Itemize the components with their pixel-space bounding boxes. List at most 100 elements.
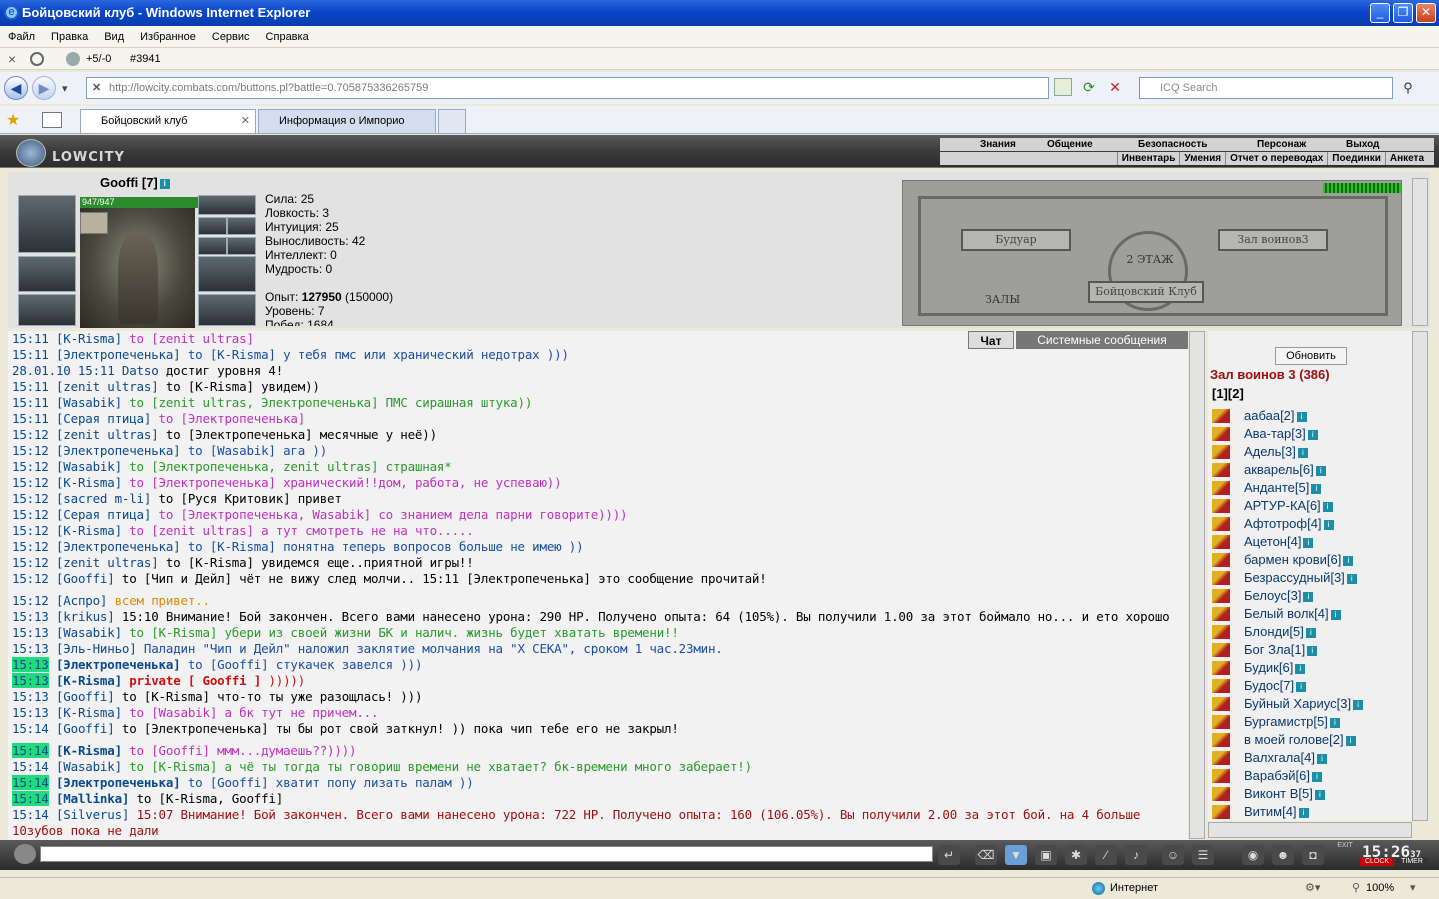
chat-sender[interactable]: [K-Risma] bbox=[56, 331, 122, 346]
players-scrollbar[interactable] bbox=[1412, 331, 1428, 821]
nav-knowledge[interactable]: Знания bbox=[980, 138, 1016, 151]
new-tab-button[interactable] bbox=[438, 109, 466, 133]
info-icon[interactable]: i bbox=[1303, 592, 1314, 602]
menu-edit[interactable]: Правка bbox=[43, 26, 96, 48]
chat-sender[interactable]: [zenit ultras] bbox=[56, 555, 159, 570]
nav-communication[interactable]: Общение bbox=[1047, 138, 1093, 151]
player-row[interactable]: акварель[6] i bbox=[1208, 461, 1416, 479]
player-row[interactable]: Анданте[5] i bbox=[1208, 479, 1416, 497]
nav-skills[interactable]: Умения bbox=[1179, 152, 1225, 165]
chat-sender[interactable]: [Wasabik] bbox=[56, 625, 122, 640]
player-row[interactable]: Ацетон[4] i bbox=[1208, 533, 1416, 551]
info-icon[interactable]: i bbox=[1295, 664, 1306, 674]
lock-icon[interactable]: ◘ bbox=[1302, 845, 1324, 865]
player-row[interactable]: бармен крови[6] i bbox=[1208, 551, 1416, 569]
charm-slot[interactable] bbox=[80, 212, 108, 234]
search-input[interactable]: ICQ Search bbox=[1139, 77, 1393, 99]
info-icon[interactable]: i bbox=[159, 179, 170, 189]
weapon-slot[interactable] bbox=[198, 195, 256, 215]
info-icon[interactable]: i bbox=[1343, 556, 1354, 566]
translit-icon[interactable]: ✱ bbox=[1065, 845, 1087, 865]
player-name[interactable]: Варабэй[6] i bbox=[1244, 767, 1323, 785]
toolbar-counter[interactable]: #3941 bbox=[130, 48, 161, 70]
player-name[interactable]: АРТУР-КА[6] i bbox=[1244, 497, 1333, 515]
clear-icon[interactable]: ⌫ bbox=[975, 845, 997, 865]
ring-slot-2[interactable] bbox=[227, 217, 256, 235]
info-icon[interactable]: i bbox=[1322, 502, 1333, 512]
chat-sender[interactable]: [K-Risma] bbox=[56, 705, 122, 720]
save-icon[interactable]: ▣ bbox=[1035, 845, 1057, 865]
tab-close-icon[interactable]: ✕ bbox=[241, 110, 250, 132]
chat-sender[interactable]: [Аспро] bbox=[56, 593, 107, 608]
info-icon[interactable]: i bbox=[1329, 718, 1340, 728]
player-row[interactable]: Будик[6] i bbox=[1208, 659, 1416, 677]
slash-icon[interactable]: ⁄ bbox=[1095, 845, 1117, 865]
player-row[interactable]: Блонди[5] i bbox=[1208, 623, 1416, 641]
info-icon[interactable]: i bbox=[1312, 772, 1323, 782]
quick-tabs-icon[interactable] bbox=[42, 112, 62, 128]
player-row[interactable]: в моей голове[2] i bbox=[1208, 731, 1416, 749]
player-name[interactable]: Буйный Хариус[3] i bbox=[1244, 695, 1364, 713]
player-row[interactable]: АРТУР-КА[6] i bbox=[1208, 497, 1416, 515]
player-name[interactable]: Белоус[3] i bbox=[1244, 587, 1314, 605]
chat-sender[interactable]: [zenit ultras] bbox=[56, 379, 159, 394]
nav-inventory[interactable]: Инвентарь bbox=[1116, 152, 1180, 165]
info-icon[interactable]: i bbox=[1298, 808, 1309, 818]
player-name[interactable]: Белый волк[4] i bbox=[1244, 605, 1341, 623]
player-row[interactable]: Буйный Хариус[3] i bbox=[1208, 695, 1416, 713]
clock-button[interactable]: CLOCK bbox=[1360, 858, 1394, 866]
refresh-button[interactable]: Обновить bbox=[1275, 347, 1347, 365]
chat-mode-icon[interactable] bbox=[14, 844, 36, 864]
player-row[interactable]: Белый волк[4] i bbox=[1208, 605, 1416, 623]
forward-button[interactable]: ▶ bbox=[32, 76, 56, 100]
player-row[interactable]: Витим[4] i bbox=[1208, 803, 1416, 821]
chat-sender[interactable]: [Эль-Ниньо] bbox=[56, 641, 137, 656]
menu-help[interactable]: Справка bbox=[258, 26, 317, 48]
info-icon[interactable]: i bbox=[1353, 700, 1364, 710]
player-name[interactable]: акварель[6] i bbox=[1244, 461, 1326, 479]
shield-slot[interactable] bbox=[198, 294, 256, 326]
player-name[interactable]: Анданте[5] i bbox=[1244, 479, 1322, 497]
send-icon[interactable]: ↵ bbox=[938, 845, 960, 865]
chat-sender[interactable]: [Электропеченька] bbox=[56, 657, 181, 672]
player-row[interactable]: Безрассудный[3] i bbox=[1208, 569, 1416, 587]
chat-area[interactable]: 15:11 [K-Risma] to [zenit ultras] 15:11 … bbox=[8, 331, 1188, 840]
info-icon[interactable]: i bbox=[1315, 466, 1326, 476]
player-row[interactable]: Бургамистр[5] i bbox=[1208, 713, 1416, 731]
sound-icon[interactable]: ♪ bbox=[1125, 845, 1147, 865]
zoom-level[interactable]: 100% bbox=[1366, 878, 1394, 899]
info-icon[interactable]: i bbox=[1311, 484, 1322, 494]
smiley-icon[interactable]: ☺ bbox=[1162, 845, 1184, 865]
chat-sender[interactable]: [Электропеченька] bbox=[56, 539, 181, 554]
back-button[interactable]: ◀ bbox=[4, 76, 28, 100]
nav-security[interactable]: Безопасность bbox=[1138, 138, 1207, 151]
player-name[interactable]: бармен крови[6] i bbox=[1244, 551, 1354, 569]
chat-sender[interactable]: [zenit ultras] bbox=[56, 427, 159, 442]
players-hscrollbar[interactable] bbox=[1208, 822, 1412, 838]
player-name[interactable]: Адель[3] i bbox=[1244, 443, 1308, 461]
info-icon[interactable]: i bbox=[1323, 520, 1334, 530]
chat-sender[interactable]: [krikus] bbox=[56, 609, 115, 624]
player-row[interactable]: Будос[7] i bbox=[1208, 677, 1416, 695]
search-icon[interactable]: ⚲ bbox=[1398, 78, 1418, 98]
history-dropdown-icon[interactable]: ▾ bbox=[62, 82, 68, 95]
player-name[interactable]: Ацетон[4] i bbox=[1244, 533, 1314, 551]
player-name[interactable]: Бургамистр[5] i bbox=[1244, 713, 1340, 731]
chat-sender[interactable]: [Серая птица] bbox=[56, 411, 151, 426]
minimize-button[interactable]: _ bbox=[1370, 3, 1390, 23]
stop-icon[interactable]: ✕ bbox=[1106, 78, 1124, 96]
chat-sender[interactable]: [Wasabik] bbox=[56, 395, 122, 410]
menu-file[interactable]: Файл bbox=[0, 26, 43, 48]
chat-sender[interactable]: [Wasabik] bbox=[56, 759, 122, 774]
chat-sender[interactable]: [K-Risma] bbox=[56, 673, 122, 688]
player-row[interactable]: Виконт В[5] i bbox=[1208, 785, 1416, 803]
page-links[interactable]: [1][2] bbox=[1212, 386, 1244, 401]
info-icon[interactable]: i bbox=[1316, 754, 1327, 764]
chat-sender[interactable]: [Электропеченька] bbox=[56, 347, 181, 362]
chat-input[interactable] bbox=[40, 846, 933, 862]
player-name[interactable]: Блонди[5] i bbox=[1244, 623, 1316, 641]
player-name[interactable]: Бог Зла[1] i bbox=[1244, 641, 1318, 659]
tab-system-messages[interactable]: Системные сообщения bbox=[1016, 331, 1188, 349]
ring-slot-4[interactable] bbox=[227, 237, 256, 255]
timer-button[interactable]: TIMER bbox=[1396, 858, 1428, 866]
